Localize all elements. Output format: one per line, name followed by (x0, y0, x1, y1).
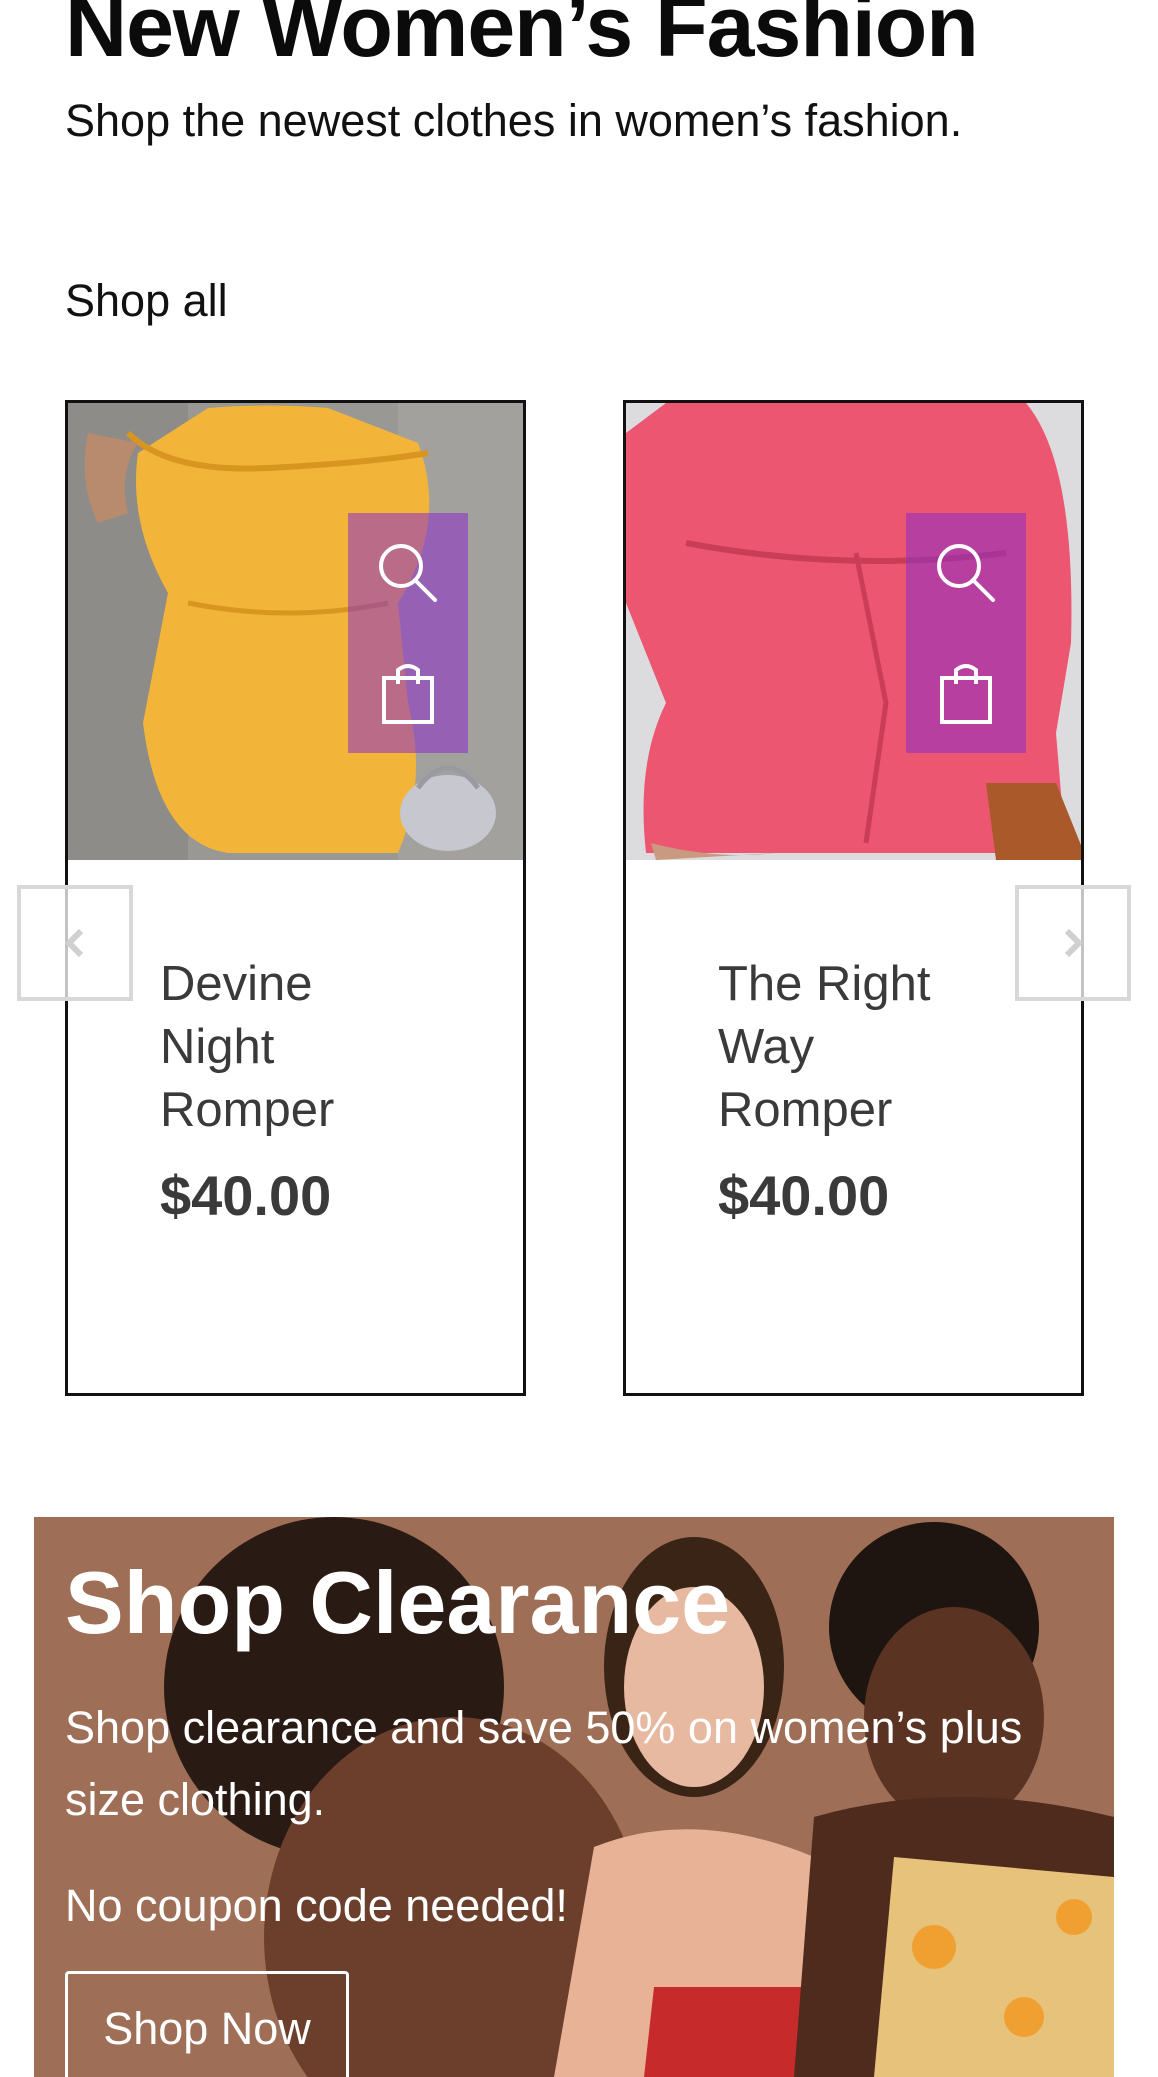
quick-view-button[interactable] (906, 513, 1026, 633)
clearance-title: Shop Clearance (65, 1553, 731, 1652)
product-name[interactable]: The Right Way Romper (718, 953, 958, 1142)
shopping-bag-icon (382, 664, 434, 724)
chevron-left-icon (64, 928, 84, 958)
quick-view-button[interactable] (348, 513, 468, 633)
shop-now-button[interactable]: Shop Now (65, 1971, 349, 2077)
quick-actions-panel (348, 513, 468, 753)
clearance-banner: Shop Clearance Shop clearance and save 5… (34, 1517, 1114, 2077)
chevron-right-icon (1064, 928, 1084, 958)
product-price: $40.00 (718, 1164, 890, 1227)
search-icon (379, 544, 437, 602)
shop-all-link[interactable]: Shop all (65, 275, 228, 327)
carousel-prev-button[interactable] (17, 885, 133, 1001)
product-name[interactable]: Devine Night Romper (160, 953, 400, 1142)
product-image[interactable] (68, 403, 523, 860)
add-to-cart-button[interactable] (906, 633, 1026, 753)
page-title: New Women’s Fashion (65, 0, 979, 75)
clearance-note: No coupon code needed! (65, 1880, 568, 1931)
carousel-next-button[interactable] (1015, 885, 1131, 1001)
page-subtitle: Shop the newest clothes in women’s fashi… (65, 95, 963, 146)
add-to-cart-button[interactable] (348, 633, 468, 753)
product-card[interactable]: Devine Night Romper $40.00 (65, 400, 526, 1396)
search-icon (937, 544, 995, 602)
product-price: $40.00 (160, 1164, 332, 1227)
product-image[interactable] (626, 403, 1081, 860)
clearance-description: Shop clearance and save 50% on women’s p… (65, 1702, 1023, 1825)
quick-actions-panel (906, 513, 1026, 753)
shopping-bag-icon (940, 664, 992, 724)
